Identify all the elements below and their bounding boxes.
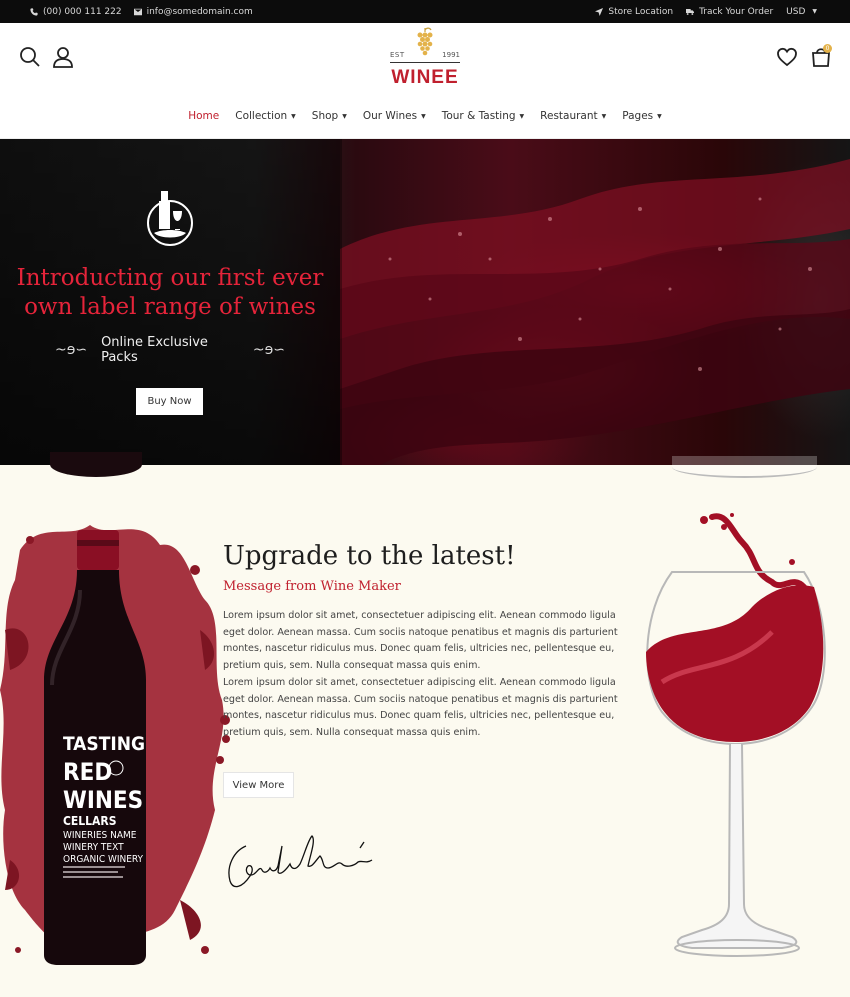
- nav-label: Tour & Tasting: [441, 110, 516, 122]
- nav-item-home[interactable]: Home: [180, 107, 227, 125]
- hero-banner: Introducting our first ever own label ra…: [0, 139, 850, 465]
- track-order-label: Track Your Order: [699, 6, 774, 17]
- track-order-link[interactable]: Track Your Order: [686, 7, 773, 17]
- intro-title: Upgrade to the latest!: [223, 541, 516, 571]
- wine-splash-image: [340, 159, 850, 465]
- bottle-label-line3: WINES: [63, 786, 143, 814]
- hero-divider: [340, 139, 342, 465]
- intro-paragraph-2: Lorem ipsum dolor sit amet, consectetuer…: [223, 676, 618, 738]
- flourish-left-icon: ~ɘ∽: [55, 342, 88, 358]
- chevron-down-icon: ▼: [601, 112, 607, 120]
- email-link[interactable]: info@somedomain.com: [133, 6, 253, 17]
- bottle-label-line2: RED: [63, 758, 112, 786]
- nav-label: Pages: [622, 110, 654, 122]
- chevron-down-icon: ▼: [657, 112, 662, 120]
- nav-item-pages[interactable]: Pages ▼: [614, 107, 670, 125]
- chevron-down-icon: ▼: [342, 112, 347, 120]
- flourish-right-icon: ~ɘ∽: [252, 342, 285, 358]
- signature-image: [228, 835, 373, 888]
- email-address: info@somedomain.com: [146, 6, 253, 17]
- view-more-button[interactable]: View More: [223, 772, 294, 798]
- location-arrow-icon: [595, 7, 604, 16]
- intro-body: Lorem ipsum dolor sit amet, consectetuer…: [223, 608, 623, 742]
- hero-title-line1: Introducting our first ever: [16, 265, 324, 291]
- chevron-down-icon: ▼: [421, 112, 426, 120]
- cart-count-badge: 0: [823, 44, 832, 53]
- site-header: EST 1991 WINEE 0 Home Collection ▼ Shop ▼ …: [0, 23, 850, 139]
- buy-now-button[interactable]: Buy Now: [136, 388, 203, 415]
- nav-item-shop[interactable]: Shop ▼: [304, 107, 355, 125]
- envelope-icon: [133, 8, 142, 15]
- nav-item-tour-tasting[interactable]: Tour & Tasting ▼: [434, 107, 532, 125]
- nav-label: Restaurant: [540, 110, 598, 122]
- store-location-link[interactable]: Store Location: [595, 7, 673, 17]
- intro-section: Upgrade to the latest! Message from Wine…: [223, 541, 623, 742]
- nav-label: Collection: [235, 110, 288, 122]
- hero-subtitle-text: Online Exclusive Packs: [101, 335, 208, 365]
- search-icon[interactable]: [19, 46, 41, 68]
- chevron-down-icon: ▼: [291, 112, 296, 120]
- glass-base-shape: [672, 456, 817, 478]
- nav-label: Home: [188, 110, 220, 122]
- logo-year: 1991: [442, 51, 460, 59]
- user-icon[interactable]: [52, 46, 74, 68]
- hero-title: Introducting our first ever own label ra…: [10, 264, 330, 322]
- phone-link[interactable]: (00) 000 111 222: [30, 7, 122, 17]
- truck-icon: [686, 8, 695, 15]
- logo-est: EST: [390, 51, 405, 59]
- hero-subtitle: ~ɘ∽ Online Exclusive Packs ~ɘ∽: [55, 335, 285, 365]
- nav-item-collection[interactable]: Collection ▼: [227, 107, 304, 125]
- nav-label: Our Wines: [362, 110, 418, 122]
- nav-label: Shop: [311, 110, 339, 122]
- phone-number: (00) 000 111 222: [43, 6, 122, 17]
- wine-bottle-image: TASTING RED WINES CELLARS WINERIES NAME …: [0, 525, 230, 965]
- bottle-label-line6: WINERY TEXT: [63, 842, 124, 853]
- bottle-label-line5: WINERIES NAME: [63, 830, 137, 841]
- logo-name: WINEE: [391, 67, 459, 88]
- wine-glass-image: [646, 513, 826, 957]
- wine-emblem-icon: [147, 191, 193, 246]
- store-location-label: Store Location: [608, 6, 674, 17]
- currency-select[interactable]: USD ▼: [786, 7, 817, 17]
- nav-item-restaurant[interactable]: Restaurant ▼: [532, 107, 614, 125]
- currency-value: USD: [786, 6, 806, 17]
- bottle-label-line4: CELLARS: [63, 814, 117, 828]
- site-logo[interactable]: EST 1991 WINEE: [388, 27, 462, 89]
- chevron-down-icon: ▼: [519, 112, 525, 120]
- bottle-label-line7: ORGANIC WINERY: [63, 854, 144, 865]
- bottle-shadow: [50, 452, 142, 477]
- chevron-down-icon: ▼: [812, 8, 817, 15]
- main-nav: Home Collection ▼ Shop ▼ Our Wines ▼ Tour &…: [0, 107, 850, 125]
- nav-item-our-wines[interactable]: Our Wines ▼: [355, 107, 434, 125]
- hero-title-line2: own label range of wines: [24, 294, 316, 320]
- intro-paragraph-1: Lorem ipsum dolor sit amet, consectetuer…: [223, 610, 618, 672]
- logo-divider: [390, 62, 460, 63]
- heart-icon[interactable]: [776, 46, 798, 68]
- bottle-label-line1: TASTING: [63, 733, 145, 755]
- intro-subtitle: Message from Wine Maker: [223, 579, 401, 594]
- phone-icon: [30, 7, 38, 16]
- grape-icon: [417, 27, 433, 56]
- top-bar: (00) 000 111 222 info@somedomain.com Sto…: [0, 0, 850, 23]
